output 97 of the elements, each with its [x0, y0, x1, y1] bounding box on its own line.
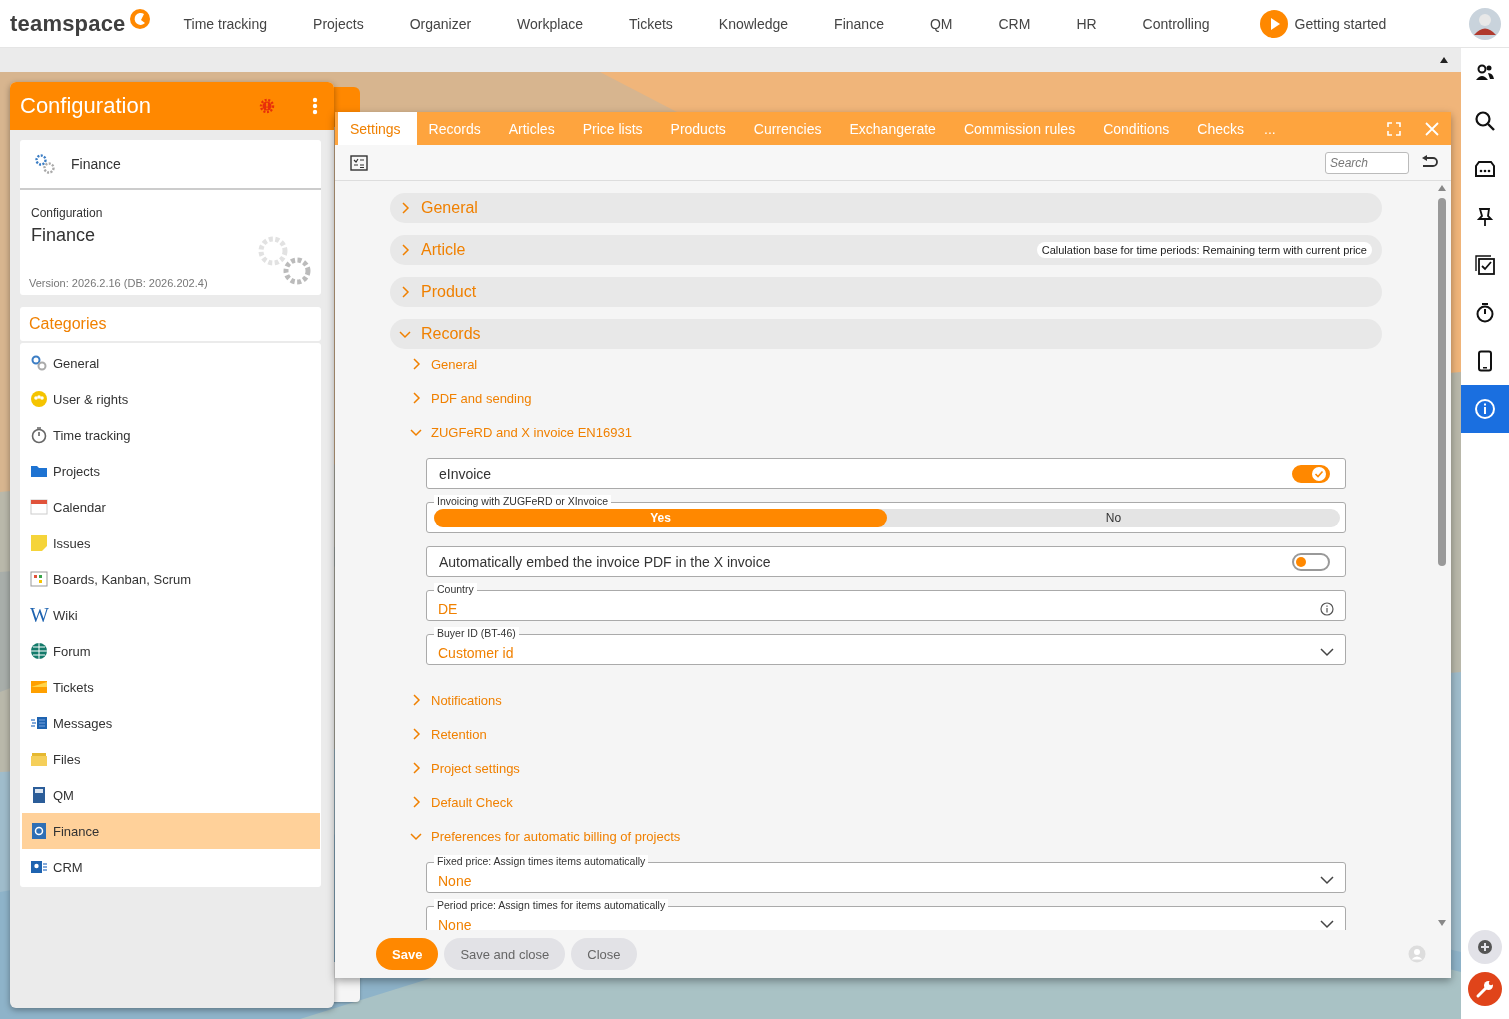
field-label: Buyer ID (BT-46)	[434, 627, 519, 640]
nav-link[interactable]: Controlling	[1142, 15, 1210, 32]
check-icon	[1314, 468, 1324, 479]
category-item[interactable]: User & rights	[22, 381, 320, 417]
nav-link[interactable]: Organizer	[409, 15, 472, 32]
chevron-icon	[399, 328, 411, 340]
chevron-icon	[410, 358, 422, 370]
gears-icon	[33, 153, 57, 175]
box-icon	[30, 750, 48, 768]
field-label: Fixed price: Assign times items automatically	[434, 855, 649, 868]
chevron-icon	[410, 796, 422, 808]
scroll-down-icon[interactable]	[1438, 920, 1446, 926]
gears-icon	[30, 354, 48, 372]
message-list-icon	[30, 714, 48, 732]
accordion-header[interactable]: Article Calulation base for time periods: Remaining term with current price	[390, 235, 1382, 265]
wiki-icon: W	[30, 606, 48, 624]
module-card[interactable]: Finance	[20, 140, 321, 190]
chevron-icon	[410, 830, 422, 842]
category-item[interactable]: Files	[22, 741, 320, 777]
category-item[interactable]: Forum	[22, 633, 320, 669]
nav-link[interactable]: Tickets	[629, 15, 673, 32]
chevron-icon	[399, 202, 411, 214]
teamspace-logo[interactable]: teamspace	[10, 10, 151, 37]
field-label: Invoicing with ZUGFeRD or XInvoice	[434, 495, 611, 508]
category-item[interactable]: Tickets	[22, 669, 320, 705]
info-title: Finance	[31, 225, 97, 246]
footer-button[interactable]: Close	[571, 938, 637, 970]
stopwatch-icon	[30, 426, 48, 444]
chevron-icon	[410, 762, 422, 774]
chevron-down-icon	[1320, 920, 1334, 929]
segment-option[interactable]: No	[887, 508, 1340, 527]
field-label: Period price: Assign times for items automatically	[434, 899, 669, 912]
chevron-down-icon	[1320, 876, 1334, 885]
scroll-up-icon[interactable]	[1439, 56, 1449, 64]
add-button-icon[interactable]	[1468, 930, 1502, 964]
coin-icon	[30, 822, 48, 840]
chevron-icon	[399, 286, 411, 298]
toggle-switch[interactable]	[1292, 552, 1330, 571]
setting-label: eInvoice	[439, 465, 493, 482]
chevron-down-icon	[1320, 648, 1334, 657]
book-icon	[30, 786, 48, 804]
stopwatch-icon	[1474, 302, 1496, 324]
category-item[interactable]: General	[22, 345, 320, 381]
nav-link[interactable]: Projects	[313, 15, 364, 32]
category-item[interactable]: CRM	[22, 849, 320, 885]
sticky-note-icon	[30, 534, 48, 552]
nav-link[interactable]: Workplace	[517, 15, 583, 32]
categories-header: Categories	[20, 307, 321, 341]
nav-link[interactable]: Knowledge	[718, 15, 789, 32]
checklist-icon[interactable]	[350, 154, 368, 171]
getting-started-link[interactable]: Getting started	[1259, 9, 1387, 38]
nav-link[interactable]: Finance	[834, 15, 884, 32]
category-item[interactable]: W Wiki	[22, 597, 320, 633]
calendar-icon	[30, 498, 48, 516]
info-icon[interactable]	[1320, 601, 1334, 616]
footer-button[interactable]: Save and close	[444, 938, 566, 970]
toggle-switch[interactable]	[1292, 464, 1330, 483]
avatar-icon[interactable]	[1469, 7, 1501, 40]
nav-link[interactable]: CRM	[998, 15, 1031, 32]
category-item[interactable]: Projects	[22, 453, 320, 489]
category-item[interactable]: Finance	[22, 813, 320, 849]
info-icon	[1474, 398, 1496, 420]
text-field[interactable]: Country DE	[426, 582, 1346, 621]
dropdown-field[interactable]: Buyer ID (BT-46) Customer id	[426, 626, 1346, 665]
board-icon	[30, 570, 48, 588]
category-item[interactable]: QM	[22, 777, 320, 813]
chevron-icon	[410, 694, 422, 706]
info-badge: Calulation base for time periods: Remaining term with current price	[1036, 242, 1372, 258]
nav-link[interactable]: Time tracking	[183, 15, 268, 32]
contact-card-icon	[30, 858, 48, 876]
field-label: Country	[434, 583, 477, 596]
chevron-icon	[410, 426, 422, 438]
version-text: Version: 2026.2.16 (DB: 2026.202.4)	[29, 277, 209, 289]
category-item[interactable]: Calendar	[22, 489, 320, 525]
ticket-icon	[30, 678, 48, 696]
category-item[interactable]: Messages	[22, 705, 320, 741]
search-field[interactable]: Search	[1325, 151, 1409, 174]
chevron-icon	[399, 244, 411, 256]
nav-link[interactable]: QM	[929, 15, 953, 32]
inbox-icon	[1474, 158, 1496, 180]
chevron-icon	[410, 392, 422, 404]
dropdown-field[interactable]: Fixed price: Assign times items automatically None	[426, 854, 1346, 893]
pin-icon	[1474, 206, 1496, 228]
users-icon	[30, 390, 48, 408]
setting-label: Automatically embed the invoice PDF in the X invoice	[439, 553, 772, 570]
panel-title: Configuration	[20, 93, 152, 119]
globe-icon	[30, 642, 48, 660]
chevron-icon	[410, 728, 422, 740]
nav-link[interactable]: HR	[1076, 15, 1097, 32]
task-list-icon	[1474, 254, 1496, 276]
info-label: Configuration	[31, 206, 104, 220]
play-icon	[1259, 9, 1288, 38]
category-item[interactable]: Boards, Kanban, Scrum	[22, 561, 320, 597]
category-item[interactable]: Issues	[22, 525, 320, 561]
search-icon	[1474, 110, 1496, 132]
wrench-icon[interactable]	[1468, 972, 1502, 1006]
category-item[interactable]: Time tracking	[22, 417, 320, 453]
